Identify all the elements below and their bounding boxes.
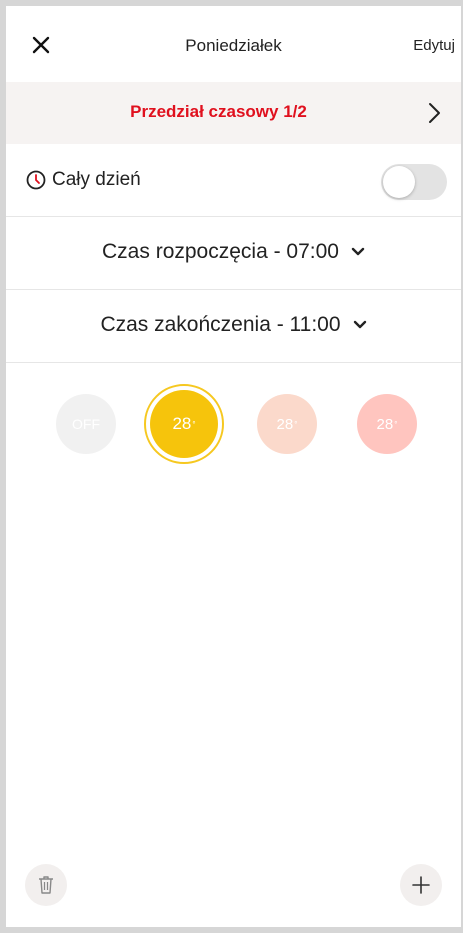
mode-off-button[interactable]: OFF [56, 394, 116, 454]
add-button[interactable] [400, 864, 442, 906]
chevron-down-icon [353, 320, 366, 329]
mode-1-button[interactable]: 28 ° [144, 384, 224, 464]
mode-3-button[interactable]: 28 ° [357, 394, 417, 454]
end-time-row: Czas zakończenia - 11:00 [6, 290, 461, 363]
mode-off-label: OFF [72, 416, 100, 432]
mode-1-unit: ° [192, 419, 196, 429]
time-slot-bar: Przedział czasowy 1/2 [6, 82, 461, 144]
delete-button[interactable] [25, 864, 67, 906]
top-bar: Poniedziałek Edytuj [6, 6, 461, 82]
time-slot-title: Przedział czasowy 1/2 [130, 102, 307, 121]
mode-2-unit: ° [294, 419, 298, 429]
clock-icon [26, 170, 46, 190]
start-time-row: Czas rozpoczęcia - 07:00 [6, 217, 461, 290]
all-day-row: Cały dzień [6, 144, 461, 217]
start-time-label: Czas rozpoczęcia - 07:00 [102, 240, 339, 263]
start-time-select[interactable]: Czas rozpoczęcia - 07:00 [6, 240, 461, 264]
trash-icon [39, 876, 53, 894]
next-slot-button[interactable] [423, 101, 445, 125]
mode-3-unit: ° [394, 419, 398, 429]
all-day-label: Cały dzień [52, 169, 141, 190]
plus-icon [412, 876, 430, 894]
mode-1-circle: 28 ° [150, 390, 218, 458]
mode-1-value: 28 [172, 414, 192, 433]
chevron-right-icon [429, 103, 440, 123]
chevron-down-icon [351, 247, 365, 256]
schedule-screen: Poniedziałek Edytuj Przedział czasowy 1/… [6, 6, 461, 927]
page-title: Poniedziałek [185, 36, 282, 55]
end-time-select[interactable]: Czas zakończenia - 11:00 [6, 313, 461, 337]
mode-2-button[interactable]: 28 ° [257, 394, 317, 454]
mode-3-value: 28 [376, 415, 394, 433]
end-time-label: Czas zakończenia - 11:00 [100, 313, 341, 336]
mode-2-value: 28 [276, 415, 294, 433]
mode-selector: OFF 28 ° 28 ° 28 ° [6, 384, 461, 464]
all-day-toggle[interactable] [381, 164, 447, 200]
toggle-knob [383, 166, 415, 198]
edit-button[interactable]: Edytuj [413, 37, 455, 54]
